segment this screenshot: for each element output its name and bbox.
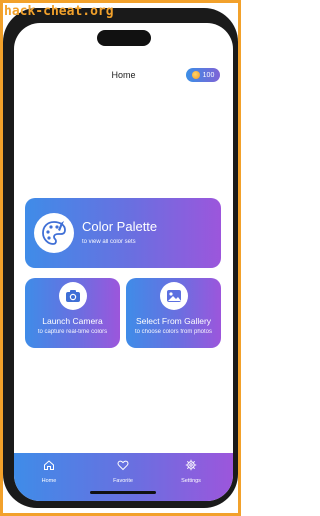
select-gallery-card[interactable]: Select From Gallery to choose colors fro… [126, 278, 221, 348]
phone-frame: Home 100 Color Palette to view all color… [3, 8, 238, 508]
home-icon [44, 460, 54, 470]
gear-icon [185, 459, 197, 471]
nav-home-label: Home [41, 478, 57, 484]
heart-icon [117, 460, 129, 471]
launch-camera-subtitle: to capture real-time colors [37, 329, 108, 335]
gallery-icon-circle [160, 282, 188, 310]
app-screen: Home 100 Color Palette to view all color… [14, 23, 233, 501]
camera-icon-circle [59, 282, 87, 310]
nav-item-settings[interactable]: Settings [166, 458, 216, 484]
color-palette-title: Color Palette [82, 219, 158, 234]
palette-icon [42, 221, 66, 245]
watermark: hack-cheat.org [4, 4, 114, 19]
camera-icon [66, 290, 80, 302]
coin-balance-badge[interactable]: 100 [186, 68, 220, 82]
nav-settings-label: Settings [181, 478, 201, 484]
nav-favorite-label: Favorite [113, 478, 133, 484]
launch-camera-title: Launch Camera [42, 316, 103, 326]
coin-icon [191, 71, 200, 79]
launch-camera-card[interactable]: Launch Camera to capture real-time color… [25, 278, 120, 348]
dynamic-island [97, 30, 151, 46]
coin-count: 100 [202, 71, 215, 79]
color-palette-card[interactable]: Color Palette to view all color sets [25, 198, 221, 268]
palette-icon-circle [34, 213, 74, 253]
nav-item-favorite[interactable]: Favorite [98, 458, 148, 484]
nav-item-home[interactable]: Home [24, 458, 74, 484]
select-gallery-title: Select From Gallery [135, 316, 212, 326]
home-indicator [90, 491, 156, 494]
select-gallery-subtitle: to choose colors from photos [134, 329, 213, 335]
image-icon [167, 290, 181, 302]
color-palette-subtitle: to view all color sets [82, 239, 136, 245]
